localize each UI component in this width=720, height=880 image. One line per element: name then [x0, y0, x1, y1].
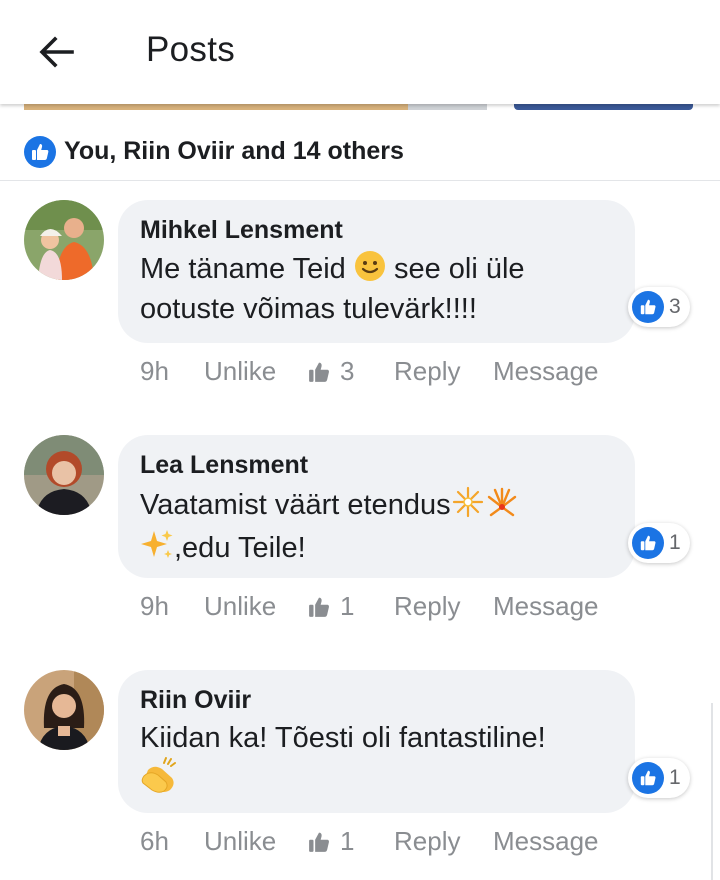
thumbs-up-icon [309, 597, 329, 617]
message-button[interactable]: Message [493, 356, 599, 387]
reactions-text[interactable]: You, Riin Oviir and 14 others [64, 137, 404, 166]
reactions-summary[interactable]: You, Riin Oviir and 14 others [0, 120, 720, 181]
thumbs-up-icon [632, 762, 664, 794]
action-strip-right [514, 104, 693, 110]
comment-bubble[interactable]: Mihkel Lensment Me täname Teid see oli ü… [118, 200, 635, 343]
fireworks-icon [485, 485, 519, 528]
comment-text: Vaatamist väärt etendus ,edu Teile! [140, 485, 610, 571]
likes-button[interactable]: 3 [308, 356, 394, 387]
message-button[interactable]: Message [493, 826, 599, 857]
thumbs-up-icon [632, 527, 664, 559]
arrow-left-icon [39, 36, 74, 68]
comment-text-line1: Vaatamist väärt etendus [140, 489, 451, 522]
unlike-button[interactable]: Unlike [204, 356, 308, 387]
likes-count: 1 [340, 826, 355, 856]
comment-actions: 9h Unlike 1 Reply Message [140, 591, 599, 622]
comment-text: Kiidan ka! Tõesti oli fantastiline! [140, 720, 610, 803]
comment-actions: 9h Unlike 3 Reply Message [140, 356, 599, 387]
like-count-number: 3 [669, 295, 681, 318]
top-bar: Posts [0, 0, 720, 104]
thumbs-up-icon [632, 291, 664, 323]
comment-time[interactable]: 9h [140, 591, 204, 622]
comment-text: Me täname Teid see oli üle ootuste võima… [140, 250, 610, 327]
comment-text-line1-after: see oli üle [393, 253, 525, 286]
comment-like-count[interactable]: 1 [628, 758, 690, 798]
comment-text-line2: ootuste võimas tulevärk!!!! [140, 293, 477, 325]
comment-bubble[interactable]: Lea Lensment Vaatamist väärt etendus ,ed… [118, 435, 635, 578]
scrollbar[interactable] [711, 703, 713, 880]
sparkler-icon [451, 485, 485, 528]
smiling-face-icon [354, 250, 386, 291]
action-strip-left [24, 104, 408, 110]
unlike-button[interactable]: Unlike [204, 591, 308, 622]
clapping-hands-icon [140, 756, 180, 803]
sparkles-icon [140, 528, 174, 571]
like-count-number: 1 [669, 766, 681, 789]
comment-like-count[interactable]: 3 [628, 287, 690, 327]
thumbs-up-icon [24, 136, 56, 168]
thumbs-up-icon [309, 362, 329, 382]
likes-count: 3 [340, 356, 355, 386]
back-button[interactable] [30, 26, 82, 78]
likes-count: 1 [340, 591, 355, 621]
comment-text-line1: Kiidan ka! Tõesti oli fantastiline! [140, 722, 546, 754]
reply-button[interactable]: Reply [394, 826, 493, 857]
comment-author[interactable]: Riin Oviir [140, 686, 251, 715]
avatar[interactable] [24, 435, 104, 515]
avatar[interactable] [24, 670, 104, 750]
comment-bubble[interactable]: Riin Oviir Kiidan ka! Tõesti oli fantast… [118, 670, 635, 813]
avatar[interactable] [24, 200, 104, 280]
comment-text-line1: Me täname Teid [140, 253, 346, 286]
thumbs-up-icon [309, 832, 329, 852]
like-count-number: 1 [669, 531, 681, 554]
likes-button[interactable]: 1 [308, 826, 394, 857]
comment-like-count[interactable]: 1 [628, 523, 690, 563]
comment-time[interactable]: 6h [140, 826, 204, 857]
comment-time[interactable]: 9h [140, 356, 204, 387]
reply-button[interactable]: Reply [394, 356, 493, 387]
reply-button[interactable]: Reply [394, 591, 493, 622]
message-button[interactable]: Message [493, 591, 599, 622]
unlike-button[interactable]: Unlike [204, 826, 308, 857]
comment-text-line2: ,edu Teile! [174, 532, 306, 565]
action-strip-middle [408, 104, 487, 110]
page-title: Posts [146, 30, 236, 69]
comment-author[interactable]: Lea Lensment [140, 451, 308, 480]
comment-actions: 6h Unlike 1 Reply Message [140, 826, 599, 857]
comment-author[interactable]: Mihkel Lensment [140, 216, 343, 245]
likes-button[interactable]: 1 [308, 591, 394, 622]
